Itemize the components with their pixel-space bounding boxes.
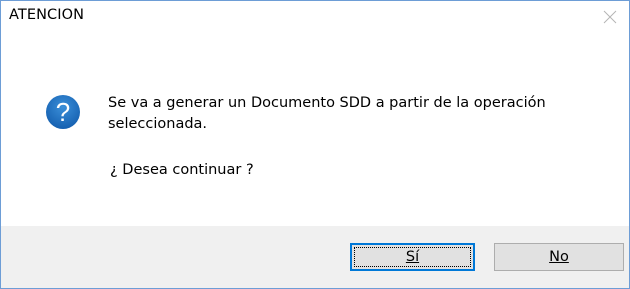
- message-line-1: Se va a generar un Documento SDD a parti…: [108, 95, 546, 111]
- close-button[interactable]: [595, 1, 625, 33]
- no-button[interactable]: No: [494, 243, 624, 271]
- question-icon: ?: [46, 95, 80, 129]
- close-icon: [603, 10, 617, 24]
- title-bar[interactable]: ATENCION: [1, 1, 629, 33]
- dialog-message: Se va a generar un Documento SDD a parti…: [108, 93, 608, 135]
- yes-button-label: Sí: [405, 249, 420, 265]
- svg-text:?: ?: [56, 97, 70, 127]
- dialog-title: ATENCION: [9, 7, 85, 23]
- confirm-question: ¿ Desea continuar ?: [110, 162, 254, 178]
- message-dialog: ATENCION ? Se va a generar un Documento …: [0, 0, 630, 289]
- button-bar: Sí No: [1, 226, 629, 288]
- no-button-label: No: [549, 249, 569, 265]
- yes-button[interactable]: Sí: [350, 243, 475, 271]
- message-line-2: seleccionada.: [108, 116, 208, 132]
- dialog-body: ? Se va a generar un Documento SDD a par…: [1, 33, 629, 226]
